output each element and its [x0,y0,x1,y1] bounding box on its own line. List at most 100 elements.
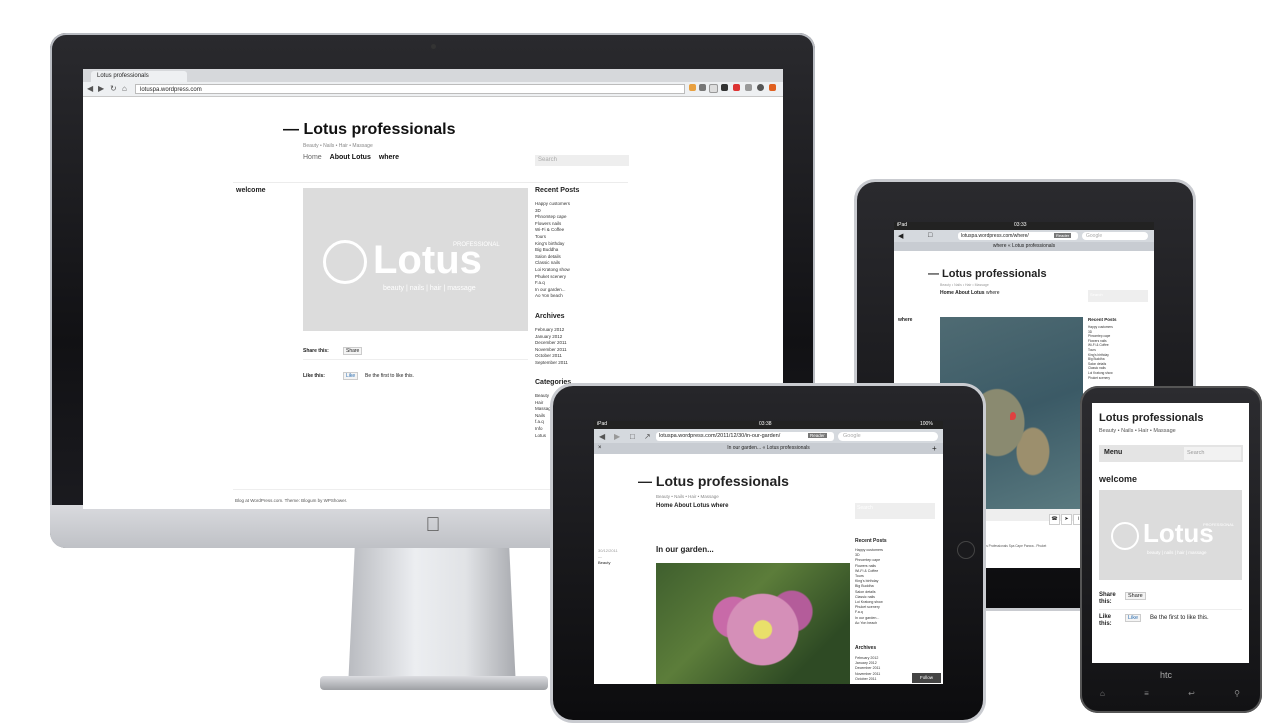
list-item[interactable]: f.a.q [535,419,553,426]
list-item[interactable]: F.a.q [535,280,570,287]
phone-icon[interactable]: ☎ [1049,514,1060,525]
site-title[interactable]: — Lotus professionals [283,121,455,139]
list-item[interactable]: Phuket scenery [535,274,570,281]
list-item[interactable]: November 2011 [535,347,568,354]
address-bar[interactable]: lotuspa.wordpress.com [135,84,685,94]
list-item[interactable]: January 2012 [535,334,568,341]
page-tab[interactable]: where « Lotus professionals [894,242,1154,251]
list-item[interactable]: December 2011 [855,666,880,671]
back-key-icon[interactable]: ↩ [1188,690,1195,698]
google-search[interactable]: Google [838,432,938,441]
list-item[interactable]: King's birthday [535,241,570,248]
menu-key-icon[interactable]: ≡ [1144,690,1149,698]
list-item[interactable]: February 2012 [535,327,568,334]
list-item[interactable]: October 2011 [855,677,880,682]
list-item[interactable]: Flowers nails [535,221,570,228]
list-item[interactable]: Big Buddha [535,247,570,254]
extension-icon[interactable] [689,84,696,91]
menu-button[interactable]: Menu [1104,449,1122,456]
home-icon[interactable]: ⌂ [122,84,127,94]
like-button[interactable]: Like [1125,614,1142,622]
search-input[interactable]: Search [1088,290,1148,302]
menu-icon[interactable] [769,84,776,91]
like-label: Like this: [1099,614,1112,627]
home-key-icon[interactable]: ⌂ [1100,690,1105,698]
google-search[interactable]: Google [1082,232,1148,240]
bookmarks-icon[interactable]: □ [630,432,635,441]
list-item[interactable]: Happy customers [535,201,570,208]
nav-where[interactable]: where [986,290,1000,296]
like-button[interactable]: Like [343,372,359,380]
extension-icon[interactable] [721,84,728,91]
list-item[interactable]: Phuket scenery [1088,376,1113,381]
site-title[interactable]: Lotus professionals [1099,412,1204,424]
list-item[interactable]: Massage [535,406,553,413]
list-item[interactable]: Phnomtep cape [855,558,883,563]
list-item[interactable]: In our garden... [535,287,570,294]
list-item[interactable]: October 2011 [535,353,568,360]
list-item[interactable]: Loi Kratong show [535,267,570,274]
map-pin-icon[interactable] [1010,412,1016,420]
reader-button[interactable]: Reader [1054,233,1072,238]
list-item[interactable]: Wi-Fi & Coffee [535,227,570,234]
list-item[interactable]: Lotus [535,433,553,440]
list-item[interactable]: Tours [535,234,570,241]
back-icon[interactable]: ◀ [599,432,605,441]
footer-text[interactable]: Blog at WordPress.com. Theme: Blogum by … [235,498,347,503]
post-title[interactable]: In our garden... [656,545,714,554]
home-button[interactable] [958,542,974,558]
list-item[interactable]: 3D [535,208,570,215]
list-item[interactable]: Happy customers [1088,325,1113,330]
search-input[interactable]: Search [855,503,935,519]
post-category[interactable]: Beauty [598,560,610,565]
nav-where[interactable]: where [711,503,728,509]
bookmarks-icon[interactable]: □ [928,232,932,239]
reload-icon[interactable]: ↻ [110,84,117,94]
forward-icon[interactable]: ▶ [614,432,620,441]
forward-icon[interactable]: ▶ [98,84,104,94]
list-item[interactable]: Classic nails [535,260,570,267]
share-button[interactable]: Share [1125,592,1146,600]
close-tab-icon[interactable]: × [598,445,602,451]
extension-icon[interactable] [699,84,706,91]
search-input[interactable]: Search [535,155,629,166]
extension-icon[interactable] [733,84,740,91]
extension-icon[interactable] [745,84,752,91]
list-item[interactable]: September 2011 [535,360,568,367]
nav-where[interactable]: where [379,154,399,161]
divider [1099,609,1242,610]
share-button[interactable]: Share [343,347,363,355]
list-item[interactable]: Loi Kratong show [1088,371,1113,376]
nav-home[interactable]: Home [940,290,954,296]
nav-home[interactable]: Home [303,154,322,161]
site-title[interactable]: — Lotus professionals [638,473,789,489]
list-item[interactable]: December 2011 [535,340,568,347]
nav-about[interactable]: About Lotus [955,290,984,296]
nav-about[interactable]: About Lotus [330,154,371,161]
extension-icon[interactable] [757,84,764,91]
share-icon[interactable]: ↗ [644,432,651,441]
follow-button[interactable]: Follow [912,673,941,683]
list-item[interactable]: Salon details [535,254,570,261]
list-item[interactable]: Ao Yon beach [855,621,883,626]
search-key-icon[interactable]: ⚲ [1234,690,1240,698]
nav-about[interactable]: About Lotus [674,503,709,509]
site-title[interactable]: — Lotus professionals [928,268,1047,280]
nav-home[interactable]: Home [656,503,673,509]
back-icon[interactable]: ◀ [898,232,903,240]
list-item[interactable]: Nails [535,413,553,420]
page-tab[interactable]: In our garden... « Lotus professionals [594,443,943,454]
browser-tab[interactable]: Lotus professionals [91,71,187,82]
search-input[interactable]: Search [1184,447,1241,460]
recent-posts-heading: Recent Posts [1088,317,1117,322]
reader-button[interactable]: Reader [808,433,827,438]
star-icon[interactable] [709,84,718,93]
list-item[interactable]: Phnomtep cape [535,214,570,221]
list-item[interactable]: Beauty [535,393,553,400]
list-item[interactable]: Info [535,426,553,433]
back-icon[interactable]: ◀ [87,84,93,94]
new-tab-icon[interactable]: + [932,444,937,453]
list-item[interactable]: Hair [535,400,553,407]
directions-icon[interactable]: ➤ [1061,514,1072,525]
list-item[interactable]: Ao Yon beach [535,293,570,300]
